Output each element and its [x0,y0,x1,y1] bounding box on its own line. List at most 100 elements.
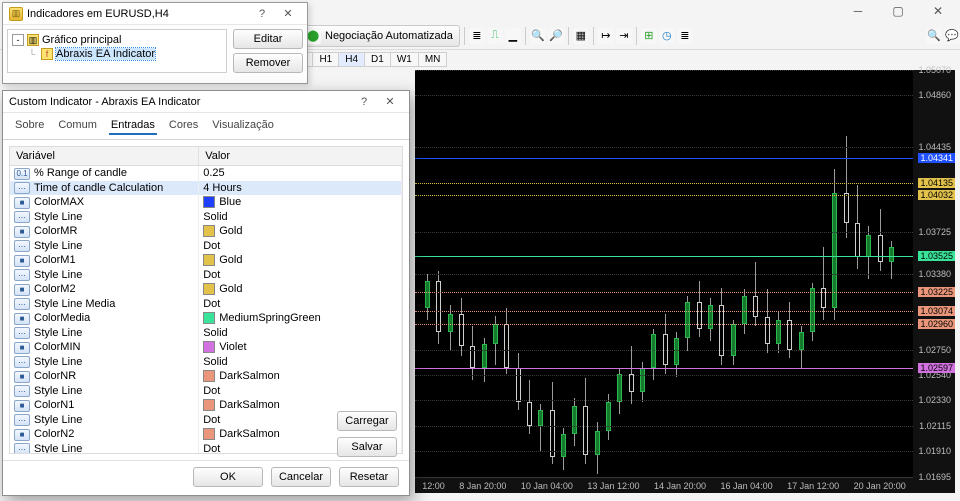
chart-x-axis: 12:008 Jan 20:0010 Jan 04:0013 Jan 12:00… [415,477,913,493]
param-value[interactable]: Solid [203,356,227,368]
maximize-button[interactable]: ▢ [878,1,918,21]
param-row[interactable]: ⋯Style LineSolid [10,210,402,225]
param-value[interactable]: Dot [203,240,220,252]
indicators-icon[interactable]: ⊞ [641,28,657,44]
param-row[interactable]: ■ ColorMedia MediumSpringGreen [10,311,402,326]
color-type-icon: ■ [14,226,30,238]
candles-icon[interactable]: ⎍ [487,28,503,44]
tile-icon[interactable]: ▦ [573,28,589,44]
help-button[interactable]: ? [249,5,275,23]
chart-plot[interactable]: 12:008 Jan 20:0010 Jan 04:0013 Jan 12:00… [415,70,913,493]
indicators-dialog-title: Indicadores em EURUSD,H4 [27,8,169,20]
param-value[interactable]: Solid [203,211,227,223]
indicators-dialog-titlebar[interactable]: ▥ Indicadores em EURUSD,H4 ? ✕ [3,3,307,25]
param-row[interactable]: ⋯Style Line MediaDot [10,297,402,312]
close-button[interactable]: ✕ [377,93,403,111]
price-badge: 1.02960 [918,319,955,329]
param-row[interactable]: ⋯Style LineDot [10,239,402,254]
remove-button[interactable]: Remover [233,53,303,73]
bars-icon[interactable]: ≣ [469,28,485,44]
edit-button[interactable]: Editar [233,29,303,49]
param-row[interactable]: ⋯Style LineDot [10,384,402,399]
tab-entradas[interactable]: Entradas [109,117,157,135]
param-row[interactable]: ■ColorM2Gold [10,282,402,297]
ok-button[interactable]: OK [193,467,263,487]
param-row[interactable]: ■ColorNRDarkSalmon [10,369,402,384]
custom-dialog-titlebar[interactable]: Custom Indicator - Abraxis EA Indicator … [3,91,409,113]
x-tick-label: 8 Jan 20:00 [459,481,506,491]
periods-icon[interactable]: ◷ [659,28,675,44]
line-icon[interactable]: ▁ [505,28,521,44]
param-value[interactable]: 0.25 [203,167,224,179]
param-value[interactable]: Dot [203,298,220,310]
color-swatch [203,225,215,237]
help-button[interactable]: ? [351,93,377,111]
save-button[interactable]: Salvar [337,437,397,457]
param-row[interactable]: ■ColorM1Gold [10,253,402,268]
timeframe-mn[interactable]: MN [419,52,448,67]
param-value[interactable]: DarkSalmon [219,399,280,411]
price-badge: 1.03525 [918,251,955,261]
parameter-grid[interactable]: Variável Valor 0.1% Range of candle0.25⋯… [9,146,403,454]
reset-button[interactable]: Resetar [339,467,399,487]
param-row[interactable]: ⋯Style LineSolid [10,326,402,341]
zoom-out-icon[interactable]: 🔎 [548,28,564,44]
param-row[interactable]: ⋯Style LineDot [10,268,402,283]
minimize-button[interactable]: ─ [838,1,878,21]
collapse-icon[interactable]: - [12,34,24,46]
tab-sobre[interactable]: Sobre [13,117,46,135]
autoscroll-icon[interactable]: ⇥ [616,28,632,44]
indicator-tree[interactable]: - ▥ Gráfico principal └ f Abraxis EA Ind… [7,29,227,73]
chart-icon: ▥ [27,34,39,46]
param-value[interactable]: Violet [219,341,246,353]
timeframe-h1[interactable]: H1 [313,52,339,67]
param-row[interactable]: ⋯Time of candle Calculation4 Hours [10,181,402,196]
tab-cores[interactable]: Cores [167,117,200,135]
header-value[interactable]: Valor [199,147,402,166]
cancel-button[interactable]: Cancelar [271,467,331,487]
templates-icon[interactable]: ≣ [677,28,693,44]
param-value[interactable]: DarkSalmon [219,370,280,382]
param-row[interactable]: ■ColorMINViolet [10,340,402,355]
auto-trading-button[interactable]: ⬤ Negociação Automatizada [298,25,460,47]
color-swatch [203,254,215,266]
color-type-icon: ■ [14,313,30,325]
timeframe-w1[interactable]: W1 [391,52,419,67]
timeframe-d1[interactable]: D1 [365,52,391,67]
chat-icon[interactable]: 💬 [944,28,960,44]
timeframe-h4[interactable]: H4 [339,52,365,67]
param-value[interactable]: Gold [219,254,242,266]
param-row[interactable]: 0.1% Range of candle0.25 [10,166,402,181]
param-value[interactable]: MediumSpringGreen [219,312,321,324]
param-value[interactable]: Dot [203,443,220,454]
search-icon[interactable]: 🔍 [926,28,942,44]
param-row[interactable]: ■ColorMRGold [10,224,402,239]
header-variable[interactable]: Variável [10,147,199,166]
price-badge: 1.03225 [918,287,955,297]
param-name: ColorMedia [34,312,90,324]
param-value[interactable]: Dot [203,269,220,281]
param-value[interactable]: Solid [203,327,227,339]
toolbar-separator [593,27,594,45]
load-button[interactable]: Carregar [337,411,397,431]
leaf-icon: └ [26,48,38,60]
param-value[interactable]: 4 Hours [203,182,242,194]
tab-visualização[interactable]: Visualização [210,117,276,135]
param-value[interactable]: Blue [219,196,241,208]
tab-comum[interactable]: Comum [56,117,99,135]
param-value[interactable]: DarkSalmon [219,428,280,440]
close-button[interactable]: ✕ [918,1,958,21]
close-button[interactable]: ✕ [275,5,301,23]
param-row[interactable]: ⋯Style LineSolid [10,355,402,370]
enum-type-icon: ⋯ [14,385,30,397]
param-row[interactable]: ■ColorMAXBlue [10,195,402,210]
param-value[interactable]: Dot [203,414,220,426]
param-name: Style Line [34,240,82,252]
param-value[interactable]: Dot [203,385,220,397]
tree-child-label[interactable]: Abraxis EA Indicator [56,48,155,60]
shift-icon[interactable]: ↦ [598,28,614,44]
param-name: ColorMIN [34,341,80,353]
param-value[interactable]: Gold [219,225,242,237]
zoom-in-icon[interactable]: 🔍 [530,28,546,44]
param-value[interactable]: Gold [219,283,242,295]
